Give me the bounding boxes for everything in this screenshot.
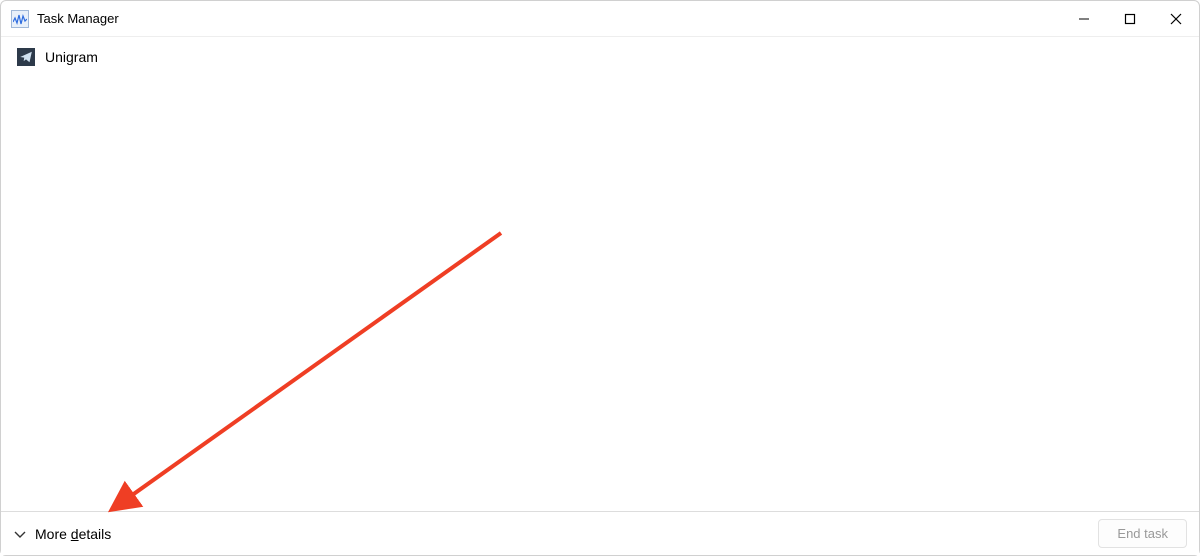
chevron-down-icon xyxy=(13,527,27,541)
more-details-button[interactable]: More details xyxy=(13,526,111,542)
process-row[interactable]: Unigram xyxy=(13,43,1187,71)
minimize-icon xyxy=(1078,13,1090,25)
more-details-label: More details xyxy=(35,526,111,542)
task-manager-icon xyxy=(11,10,29,28)
end-task-button[interactable]: End task xyxy=(1098,519,1187,548)
process-name: Unigram xyxy=(45,49,98,65)
close-icon xyxy=(1170,13,1182,25)
maximize-icon xyxy=(1124,13,1136,25)
process-list: Unigram xyxy=(1,37,1199,77)
titlebar-left: Task Manager xyxy=(11,10,119,28)
maximize-button[interactable] xyxy=(1107,1,1153,37)
window-controls xyxy=(1061,1,1199,36)
bottom-bar: More details End task xyxy=(1,511,1199,555)
window-titlebar: Task Manager xyxy=(1,1,1199,37)
close-button[interactable] xyxy=(1153,1,1199,37)
window-title: Task Manager xyxy=(37,11,119,26)
minimize-button[interactable] xyxy=(1061,1,1107,37)
annotation-arrow xyxy=(1,1,1200,557)
telegram-icon xyxy=(17,48,35,66)
